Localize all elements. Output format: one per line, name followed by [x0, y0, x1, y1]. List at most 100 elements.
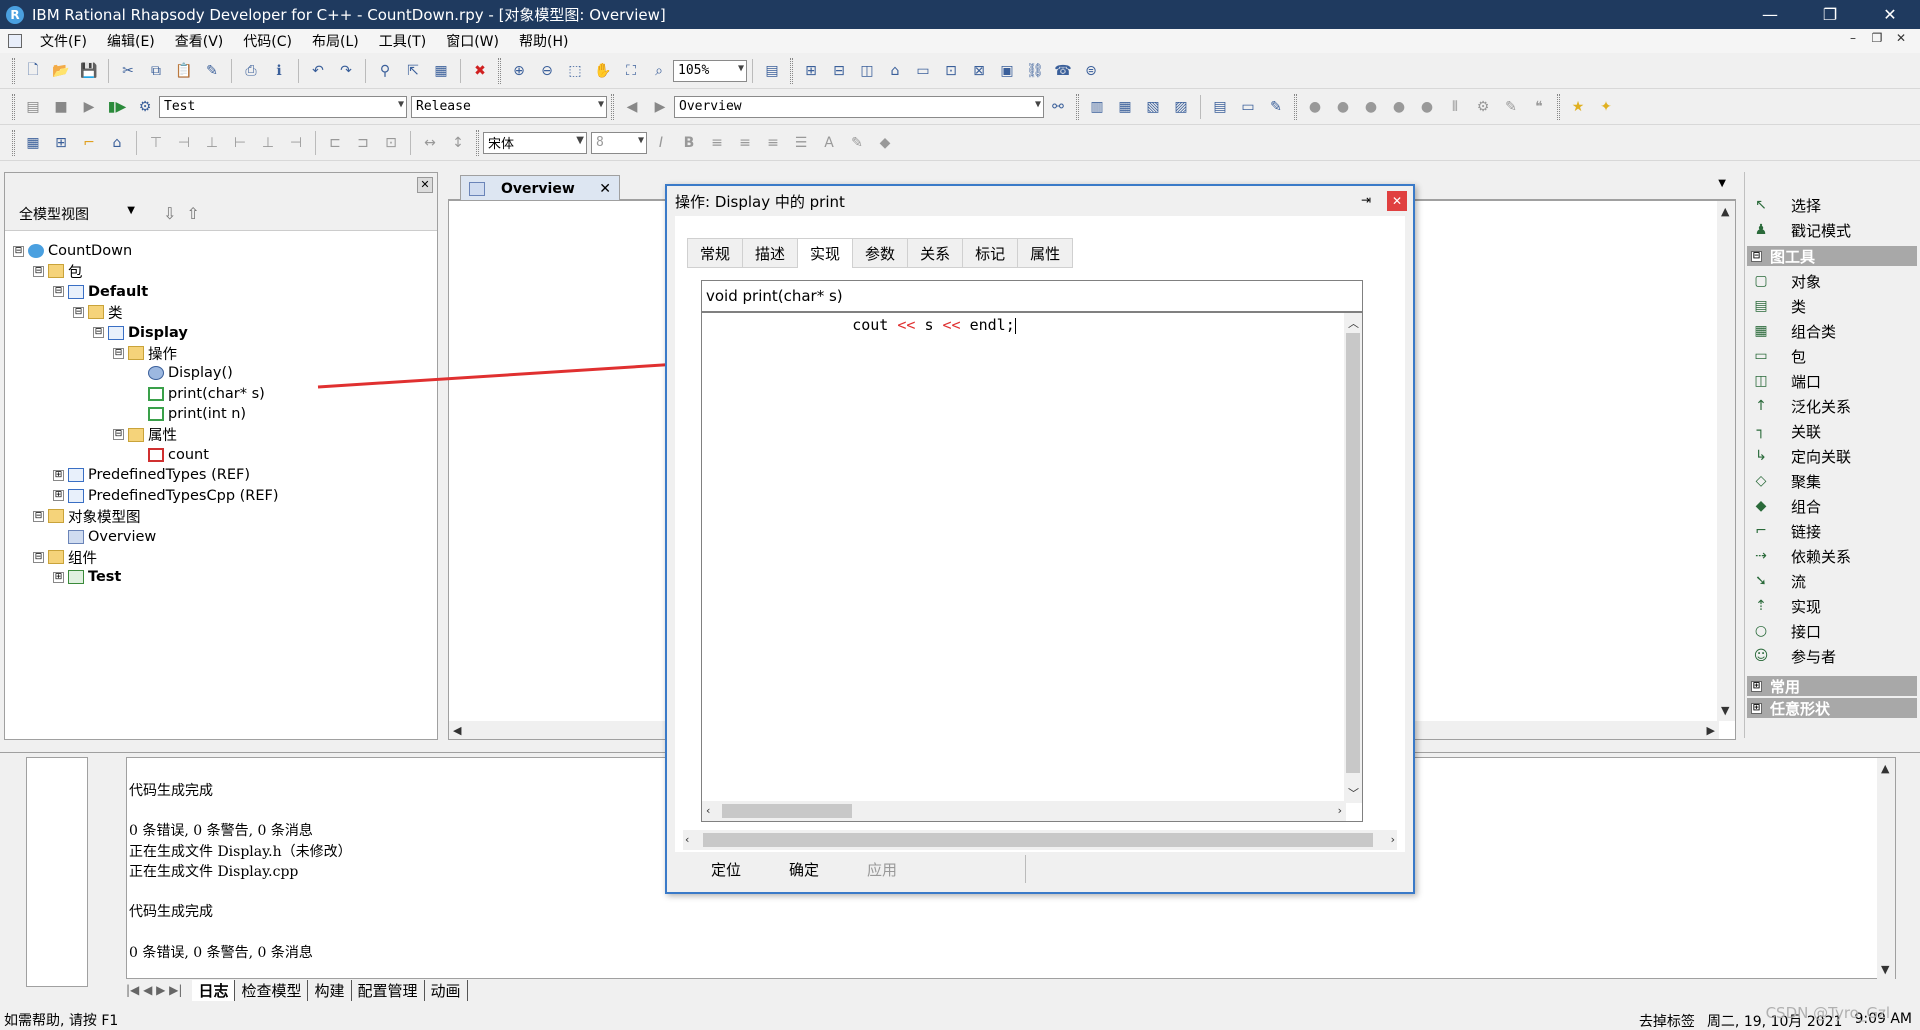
space-across-icon[interactable]: ↔ [418, 131, 442, 155]
toolbox-item[interactable]: ○ 接口 [1753, 620, 1821, 642]
mdi-close-icon[interactable]: ✕ [1892, 31, 1910, 49]
line-color-icon[interactable]: ✎ [845, 131, 869, 155]
tree-item[interactable]: ⊟ Display [93, 323, 188, 343]
redo-icon[interactable]: ↷ [334, 59, 358, 83]
font-combo[interactable]: 宋体 ▼ [483, 131, 587, 154]
align-left-icon[interactable]: ⊢ [228, 131, 252, 155]
tree-item[interactable]: Overview [53, 527, 156, 547]
structure-diagram-icon[interactable]: ⛓ [1023, 59, 1047, 83]
undo-zoom-icon[interactable]: ⌕ [647, 59, 671, 83]
italic-icon[interactable]: I [649, 131, 673, 155]
configuration-combo[interactable]: Test ▼ [159, 95, 407, 118]
scroll-up-icon[interactable]: ▲ [1881, 762, 1889, 775]
window-icon[interactable]: ▭ [1236, 95, 1260, 119]
features-icon[interactable]: ▤ [1208, 95, 1232, 119]
expand-icon[interactable]: ⊞ [53, 490, 64, 502]
tree-item[interactable]: ⊟ 属性 [113, 425, 177, 445]
animation-go-icon[interactable]: ● [1303, 95, 1327, 119]
toolbox-item[interactable]: ┐ 关联 [1753, 420, 1821, 442]
scroll-down-icon[interactable]: ▼ [1881, 963, 1889, 976]
tree-item[interactable]: ⊟ 类 [73, 302, 123, 322]
scroll-right-icon[interactable]: › [1391, 833, 1395, 846]
tab-overview[interactable]: Overview ✕ [460, 175, 620, 201]
tree-item[interactable]: ⊞ PredefinedTypes (REF) [53, 465, 250, 485]
scroll-left-icon[interactable]: ‹ [685, 833, 689, 846]
apply-button[interactable]: 应用 [855, 859, 909, 880]
tree-item[interactable]: ⊟ 操作 [113, 343, 177, 363]
scroll-right-icon[interactable]: › [1338, 804, 1342, 817]
info-icon[interactable]: ℹ [267, 59, 291, 83]
output-tab[interactable]: 配置管理 [352, 979, 425, 1001]
animation-trace-icon[interactable]: ✎ [1499, 95, 1523, 119]
animation-threads-icon[interactable]: ⦀ [1443, 95, 1467, 119]
generate-make-run-icon[interactable]: ▮▶ [105, 95, 129, 119]
collapse-icon[interactable]: ⊟ [33, 510, 44, 522]
scroll-down-icon[interactable]: ﹀ [1348, 785, 1359, 801]
locate-icon[interactable]: ⚲ [373, 59, 397, 83]
collaboration-diagram-icon[interactable]: ⊡ [939, 59, 963, 83]
dialog-tab[interactable]: 属性 [1017, 238, 1074, 268]
collapse-icon[interactable]: ⊟ [13, 245, 24, 257]
animation-quit-icon[interactable]: ● [1387, 95, 1411, 119]
run-icon[interactable]: ▶ [77, 95, 101, 119]
close-browser-icon[interactable]: ✕ [417, 177, 433, 193]
align-right-icon[interactable]: ⊣ [284, 131, 308, 155]
expand-icon[interactable]: ⊞ [53, 571, 64, 583]
toolbar-grip[interactable] [611, 93, 614, 120]
dialog-tab[interactable]: 参数 [852, 238, 908, 268]
forward-icon[interactable]: ▶ [648, 95, 672, 119]
tree-item[interactable]: ⊞ Test [53, 567, 121, 587]
close-button[interactable]: ✕ [1860, 0, 1920, 29]
navigate-icon[interactable]: ⇱ [401, 59, 425, 83]
dialog-tab[interactable]: 实现 [797, 238, 853, 268]
animation-comment-icon[interactable]: ❝ [1527, 95, 1551, 119]
status-label-toggle[interactable]: 去掉标签 [1639, 1011, 1695, 1030]
toolbar-grip[interactable] [1557, 93, 1560, 120]
copy-icon[interactable]: ⧉ [144, 59, 168, 83]
toolbox-item[interactable]: ▦ 组合类 [1753, 320, 1836, 342]
menu-help[interactable]: 帮助(H) [509, 31, 578, 51]
collapse-icon[interactable]: ⊟ [53, 286, 64, 298]
edit-code-icon[interactable]: ✎ [1264, 95, 1288, 119]
tree-item[interactable]: ⊟ 对象模型图 [33, 506, 141, 526]
space-down-icon[interactable]: ↕ [446, 131, 470, 155]
dialog-horizontal-scrollbar[interactable]: ‹ › [683, 830, 1397, 850]
scroll-thumb[interactable] [703, 833, 1373, 847]
menu-code[interactable]: 代码(C) [233, 31, 302, 51]
signature-field[interactable]: void print(char* s) [701, 280, 1363, 312]
page-breaks-icon[interactable]: ⌂ [105, 131, 129, 155]
output-tab[interactable]: 构建 [308, 979, 352, 1001]
align-middle-icon[interactable]: ⊣ [172, 131, 196, 155]
toolbar-grip[interactable] [12, 129, 15, 156]
panel-diagram-icon[interactable]: ☎ [1051, 59, 1075, 83]
toolbar-grip[interactable] [1294, 93, 1297, 120]
scroll-up-icon[interactable]: ▲ [1721, 205, 1729, 218]
zoom-combo[interactable]: 105% ▼ [673, 59, 747, 82]
scroll-left-icon[interactable]: ◀ [453, 724, 461, 737]
fit-icon[interactable]: ⛶ [619, 59, 643, 83]
zoom-in-icon[interactable]: ⊕ [507, 59, 531, 83]
component-diagram-icon[interactable]: ⊠ [967, 59, 991, 83]
toolbox-item[interactable]: ▢ 对象 [1753, 270, 1821, 292]
output-vertical-scrollbar[interactable]: ▲ ▼ [1877, 758, 1895, 980]
minimize-button[interactable]: — [1740, 0, 1800, 29]
scroll-thumb[interactable] [722, 804, 852, 818]
configuration-icon[interactable]: ⚙ [133, 95, 157, 119]
collapse-icon[interactable]: ⊟ [33, 265, 44, 277]
output-tab[interactable]: 动画 [425, 979, 468, 1001]
back-icon[interactable]: ◀ [620, 95, 644, 119]
scroll-up-icon[interactable]: ︿ [1348, 315, 1359, 331]
restore-button[interactable]: ❐ [1800, 0, 1860, 29]
specification-icon[interactable]: ▤ [760, 59, 784, 83]
toolbox-item[interactable]: ⌐ 链接 [1753, 520, 1821, 542]
bullets-icon[interactable]: ☰ [789, 131, 813, 155]
document-icon[interactable] [8, 34, 22, 48]
toolbar-grip[interactable] [12, 93, 15, 120]
font-color-icon[interactable]: A [817, 131, 841, 155]
toolbar-grip[interactable] [498, 57, 501, 84]
search-binoculars-icon[interactable]: ⚯ [1046, 95, 1070, 119]
zoom-out-icon[interactable]: ⊖ [535, 59, 559, 83]
statechart-icon[interactable]: ⌂ [883, 59, 907, 83]
dialog-tab[interactable]: 描述 [742, 238, 798, 268]
toolbox-item[interactable]: ⇢ 依赖关系 [1753, 545, 1851, 567]
